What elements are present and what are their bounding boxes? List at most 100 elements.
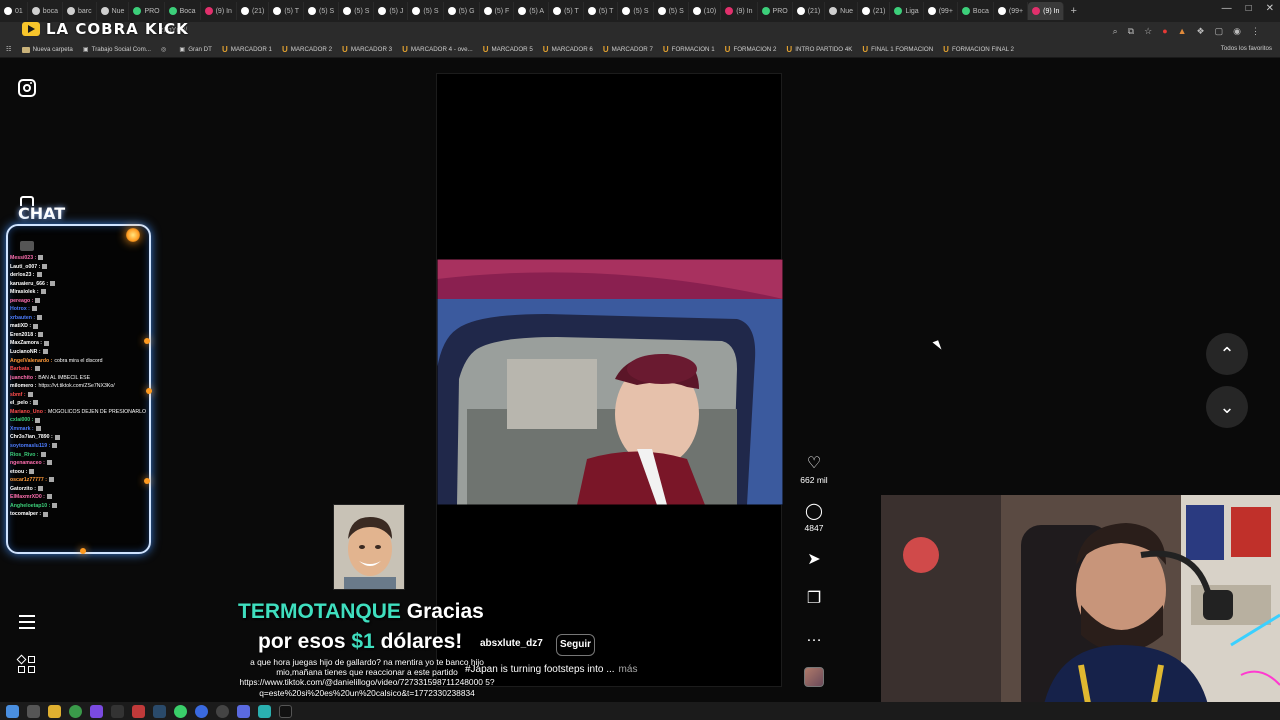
app-purple-icon[interactable] bbox=[90, 704, 103, 718]
bookmark-item[interactable]: U FINAL 1 FORMACION bbox=[862, 45, 933, 54]
profile-avatar-icon[interactable]: ◉ bbox=[1233, 26, 1241, 37]
extensions-puzzle-icon[interactable]: ❖ bbox=[1197, 26, 1205, 37]
browser-tab[interactable]: (9) In bbox=[201, 2, 237, 20]
browser-tab[interactable]: barc bbox=[63, 2, 97, 20]
share-button[interactable]: ➤ bbox=[796, 551, 832, 569]
bookmark-item[interactable]: ◎ bbox=[161, 46, 169, 53]
donor-photo bbox=[334, 505, 404, 589]
browser-tab[interactable]: (99+ bbox=[994, 2, 1029, 20]
reel-player[interactable]: 🔈 bbox=[436, 73, 783, 687]
browser-tab[interactable]: Liga bbox=[890, 2, 924, 20]
browser-tab[interactable]: Boca bbox=[958, 2, 994, 20]
tab-favicon-icon bbox=[862, 7, 871, 15]
record-icon[interactable]: ● bbox=[1162, 26, 1167, 37]
like-button[interactable]: ♡ 662 mil bbox=[796, 455, 832, 485]
browser-tab[interactable]: (9) In bbox=[721, 2, 758, 20]
browser-tab[interactable]: (5) S bbox=[304, 2, 340, 20]
sidebar-icon[interactable]: ▢ bbox=[1215, 26, 1224, 37]
browser-tab[interactable]: 01 bbox=[0, 2, 28, 20]
browser-tab[interactable]: (5) S bbox=[654, 2, 689, 20]
bookmark-item[interactable]: U MARCADOR 5 bbox=[483, 45, 533, 54]
u-logo-icon: U bbox=[602, 45, 609, 54]
minimize-icon[interactable]: — bbox=[1222, 3, 1232, 14]
browser-tab[interactable]: (21) bbox=[793, 2, 826, 20]
browser-tab[interactable]: (99+ bbox=[924, 2, 958, 20]
browser-tab[interactable]: (5) J bbox=[374, 2, 409, 20]
reel-video-frame[interactable] bbox=[437, 259, 783, 505]
follow-button[interactable]: Seguir bbox=[556, 634, 595, 656]
tiktok-icon[interactable] bbox=[279, 704, 292, 718]
save-button[interactable]: ❐ bbox=[796, 590, 832, 608]
browser-tab[interactable]: (5) F bbox=[480, 2, 515, 20]
extension-icon[interactable]: ▲ bbox=[1178, 26, 1187, 37]
chat-username: ElMaxmrXD0 : bbox=[10, 494, 45, 501]
address-bar[interactable]: zFqYnR/ ⌕ ⧉ ☆ ● ▲ ❖ ▢ ◉ ⋮ bbox=[0, 22, 1280, 42]
hamburger-menu-icon[interactable] bbox=[19, 615, 35, 629]
bookmark-label: FORMACION FINAL 2 bbox=[951, 46, 1014, 53]
chrome-icon[interactable] bbox=[69, 704, 82, 718]
windows-start-icon[interactable] bbox=[6, 704, 19, 718]
app-green-icon[interactable] bbox=[174, 704, 187, 718]
browser-tab[interactable]: Nue bbox=[97, 2, 130, 20]
obs-icon[interactable] bbox=[216, 704, 229, 718]
app-blue-icon[interactable] bbox=[195, 704, 208, 718]
browser-tab[interactable]: (5) S bbox=[408, 2, 444, 20]
all-bookmarks-link[interactable]: Todos los favoritos bbox=[1221, 45, 1272, 52]
browser-tab[interactable]: PRO bbox=[758, 2, 793, 20]
bookmark-item[interactable]: U MARCADOR 3 bbox=[342, 45, 392, 54]
bookmark-item[interactable]: ▣ Trabajo Social Com... bbox=[83, 46, 151, 53]
browser-tab[interactable]: (5) T bbox=[549, 2, 584, 20]
bookmark-item[interactable]: ▣ Gran DT bbox=[179, 46, 212, 53]
previous-reel-button[interactable]: ⌃ bbox=[1206, 333, 1248, 375]
browser-tab[interactable]: (5) T bbox=[584, 2, 619, 20]
browser-tab[interactable]: (9) In bbox=[1028, 2, 1065, 20]
bookmark-item[interactable]: U FORMACION 2 bbox=[725, 45, 777, 54]
browser-tab[interactable]: (5) S bbox=[618, 2, 654, 20]
file-explorer-icon[interactable] bbox=[48, 704, 61, 718]
maximize-icon[interactable]: □ bbox=[1246, 3, 1252, 14]
tab-label: (5) F bbox=[494, 7, 510, 15]
bookmark-item[interactable]: U FORMACION FINAL 2 bbox=[943, 45, 1014, 54]
close-icon[interactable]: ✕ bbox=[1266, 3, 1274, 14]
browser-tab[interactable]: (5) G bbox=[444, 2, 480, 20]
app-red-icon[interactable] bbox=[132, 704, 145, 718]
install-icon[interactable]: ⧉ bbox=[1128, 26, 1134, 37]
browser-tab[interactable]: Nue bbox=[825, 2, 859, 20]
browser-tab[interactable]: (5) T bbox=[269, 2, 305, 20]
audio-thumbnail[interactable] bbox=[804, 667, 824, 687]
reel-username[interactable]: absxlute_dz7 bbox=[480, 638, 543, 649]
browser-menu-icon[interactable]: ⋮ bbox=[1251, 26, 1260, 37]
bookmark-item[interactable]: U INTRO PARTIDO 4K bbox=[786, 45, 852, 54]
browser-tab[interactable]: (10) bbox=[689, 2, 722, 20]
bookmark-item[interactable]: Nueva carpeta bbox=[21, 46, 73, 53]
browser-tab[interactable]: (5) S bbox=[339, 2, 375, 20]
search-taskbar-icon[interactable] bbox=[27, 704, 40, 718]
new-tab-icon[interactable]: + bbox=[1064, 5, 1082, 17]
comment-button[interactable]: ◯ 4847 bbox=[796, 503, 832, 533]
bookmark-item[interactable]: U MARCADOR 2 bbox=[282, 45, 332, 54]
next-reel-button[interactable]: ⌄ bbox=[1206, 386, 1248, 428]
bookmark-item[interactable]: U MARCADOR 6 bbox=[543, 45, 593, 54]
caption-more-link[interactable]: más bbox=[619, 664, 638, 675]
bookmark-item[interactable]: U FORMACION 1 bbox=[663, 45, 715, 54]
browser-tab[interactable]: PRO bbox=[129, 2, 165, 20]
steam-icon[interactable] bbox=[153, 704, 166, 718]
browser-tab[interactable]: (5) A bbox=[514, 2, 550, 20]
also-from-meta-icon[interactable] bbox=[16, 654, 36, 674]
browser-tab[interactable]: (21) bbox=[858, 2, 891, 20]
app-teal-icon[interactable] bbox=[258, 704, 271, 718]
search-icon[interactable]: ⌕ bbox=[1113, 26, 1118, 37]
chat-username: karuaieru_666 : bbox=[10, 280, 49, 287]
bookmark-item[interactable]: U MARCADOR 7 bbox=[603, 45, 653, 54]
bookmark-item[interactable]: U MARCADOR 4 - ove... bbox=[402, 45, 473, 54]
more-options-button[interactable]: … bbox=[796, 628, 832, 646]
app-dark-icon[interactable] bbox=[111, 704, 124, 718]
bookmark-star-icon[interactable]: ☆ bbox=[1144, 26, 1152, 37]
browser-tab[interactable]: (21) bbox=[237, 2, 270, 20]
bookmark-item[interactable]: U MARCADOR 1 bbox=[222, 45, 272, 54]
browser-tab[interactable]: boca bbox=[28, 2, 63, 20]
browser-tab[interactable]: Boca bbox=[165, 2, 201, 20]
instagram-logo-icon[interactable] bbox=[18, 79, 36, 97]
discord-icon[interactable] bbox=[237, 704, 250, 718]
apps-grid-icon[interactable]: ☷ bbox=[6, 46, 12, 53]
